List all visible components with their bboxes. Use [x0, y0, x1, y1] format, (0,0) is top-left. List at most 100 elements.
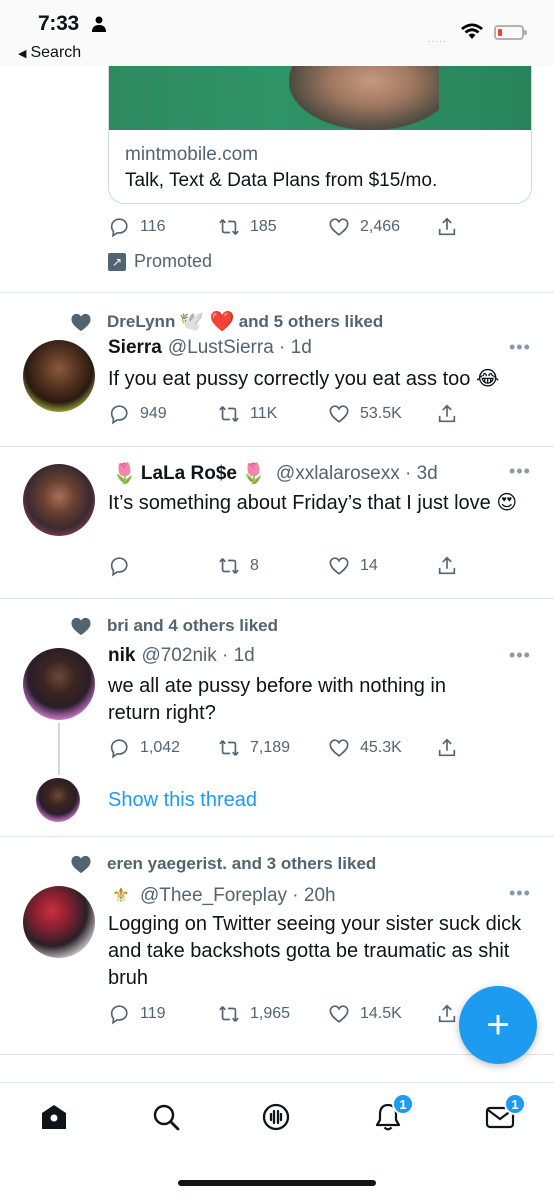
show-thread-link[interactable]: Show this thread	[108, 789, 257, 812]
battery-icon	[494, 25, 527, 40]
handle-time: @Thee_Foreplay · 20h	[139, 884, 336, 906]
retweet-icon	[219, 558, 239, 574]
compose-tweet-button[interactable]: +	[459, 986, 537, 1064]
share-button[interactable]	[436, 737, 468, 759]
tab-home[interactable]	[38, 1101, 70, 1133]
like-count: 2,466	[360, 218, 401, 235]
thread-connector	[58, 723, 60, 775]
avatar[interactable]	[23, 340, 95, 412]
avatar[interactable]	[23, 464, 95, 536]
heart-icon	[329, 218, 349, 236]
tweet-header: Sierra @LustSierra · 1d	[108, 337, 312, 359]
promoted-text: Promoted	[134, 251, 213, 271]
social-suffix: and 5 others liked	[238, 311, 384, 331]
divider	[0, 1054, 554, 1055]
heart-filled-icon	[71, 855, 91, 874]
card-title: Talk, Text & Data Plans from $15/mo.	[125, 170, 438, 191]
social-user: DreLynn	[107, 311, 176, 331]
reply-count: 1,042	[140, 739, 181, 756]
social-context[interactable]: bri and 4 others liked	[70, 616, 278, 636]
display-name[interactable]: LaLa Ro$e	[141, 463, 237, 485]
divider	[0, 598, 554, 599]
reply-count: 119	[140, 1005, 166, 1022]
avatar[interactable]	[23, 648, 95, 720]
retweet-icon	[219, 219, 239, 235]
notifications-badge: 1	[392, 1093, 414, 1115]
like-button[interactable]: 53.5K	[328, 403, 402, 425]
tweet-actions: 949 11K 53.5K	[108, 403, 468, 427]
tab-messages[interactable]: 1	[484, 1093, 526, 1133]
reply-button[interactable]: 119	[108, 1003, 166, 1025]
tweet-text: If you eat pussy correctly you eat ass t…	[108, 368, 500, 390]
search-icon	[153, 1104, 180, 1131]
tweet-actions: 1,042 7,189 45.3K	[108, 737, 468, 761]
tulip-emoji: 🌷	[241, 463, 266, 485]
plus-icon: +	[486, 1002, 510, 1047]
reply-count: 949	[140, 405, 167, 422]
share-icon	[438, 1004, 456, 1023]
like-button[interactable]: 14	[328, 555, 378, 577]
messages-badge: 1	[504, 1093, 526, 1115]
tweet-text: Logging on Twitter seeing your sister su…	[108, 913, 522, 989]
tab-notifications[interactable]: 1	[372, 1093, 414, 1133]
promoted-link-card[interactable]: mintmobile.com Talk, Text & Data Plans f…	[108, 60, 532, 204]
tweet-text: It’s something about Friday’s that I jus…	[108, 492, 518, 514]
cellular-signal-icon: .....	[428, 34, 447, 45]
retweet-button[interactable]: 185	[218, 216, 277, 238]
heart-filled-icon	[71, 617, 91, 636]
reply-icon	[110, 557, 128, 577]
like-count: 14.5K	[360, 1005, 402, 1022]
heart-icon	[329, 739, 349, 757]
like-button[interactable]: 14.5K	[328, 1003, 402, 1025]
retweet-icon	[219, 1006, 239, 1022]
display-name[interactable]: Sierra	[108, 337, 162, 359]
reply-button[interactable]: 949	[108, 403, 167, 425]
retweet-count: 8	[250, 557, 259, 574]
more-options-icon[interactable]: •••	[509, 461, 531, 482]
back-to-search-link[interactable]: ◀ Search	[18, 44, 81, 62]
thread-avatar[interactable]	[36, 778, 80, 822]
reply-button[interactable]	[108, 555, 140, 577]
more-options-icon[interactable]: •••	[509, 337, 531, 358]
tweet-actions: 8 14	[108, 555, 468, 579]
retweet-count: 1,965	[250, 1005, 291, 1022]
handle-time: @LustSierra · 1d	[167, 337, 312, 358]
tweet-header: nik @702nik · 1d	[108, 645, 255, 667]
tweet-header: 🌷 LaLa Ro$e 🌷 @xxlalarosexx · 3d	[108, 461, 438, 486]
social-context[interactable]: eren yaegerist. and 3 others liked	[70, 854, 376, 874]
reply-icon	[110, 739, 128, 759]
reply-icon	[110, 1005, 128, 1025]
share-button[interactable]	[436, 403, 468, 425]
reply-button[interactable]: 1,042	[108, 737, 180, 759]
reply-button[interactable]: 116	[108, 216, 166, 238]
share-button[interactable]	[436, 555, 468, 577]
divider	[0, 836, 554, 837]
tab-spaces[interactable]	[260, 1101, 292, 1133]
heart-icon	[329, 405, 349, 423]
display-name[interactable]: nik	[108, 645, 135, 667]
handle-time: @xxlalarosexx · 3d	[275, 462, 438, 484]
tweet-header: ⚜ @Thee_Foreplay · 20h	[108, 883, 336, 908]
share-button[interactable]	[436, 216, 468, 238]
like-count: 14	[360, 557, 378, 574]
like-button[interactable]: 45.3K	[328, 737, 402, 759]
retweet-button[interactable]: 1,965	[218, 1003, 290, 1025]
tweet-actions: 119 1,965 14.5K	[108, 1003, 468, 1027]
social-emoji: 🕊️ ❤️	[179, 311, 235, 333]
social-text: bri and 4 others liked	[107, 616, 278, 635]
like-count: 45.3K	[360, 739, 402, 756]
handle-time: @702nik · 1d	[141, 645, 255, 666]
retweet-count: 185	[250, 218, 277, 235]
more-options-icon[interactable]: •••	[509, 883, 531, 904]
tab-search[interactable]	[150, 1101, 182, 1133]
social-context[interactable]: DreLynn 🕊️ ❤️ and 5 others liked	[70, 309, 383, 334]
wifi-icon	[461, 23, 483, 39]
avatar[interactable]	[23, 886, 95, 958]
more-options-icon[interactable]: •••	[509, 645, 531, 666]
share-icon	[438, 738, 456, 757]
retweet-button[interactable]: 11K	[218, 403, 277, 425]
heart-icon	[329, 557, 349, 575]
like-button[interactable]: 2,466	[328, 216, 400, 238]
retweet-button[interactable]: 7,189	[218, 737, 290, 759]
retweet-button[interactable]: 8	[218, 555, 259, 577]
